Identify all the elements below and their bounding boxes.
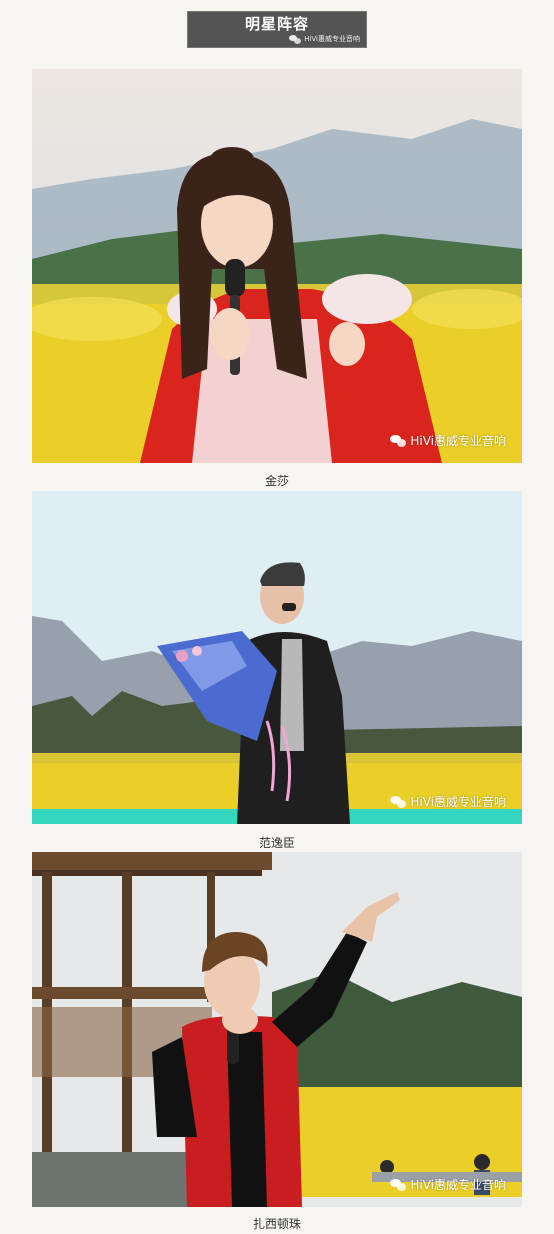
watermark-text: HiVi惠威专业音响 [410,434,506,448]
header-source-label: HiVi惠威专业音响 [304,35,360,43]
wechat-icon [390,1178,407,1191]
photo-caption: 扎西顿珠 [252,1217,301,1231]
header-banner: 明星阵容 HiVi惠威专业音响 [187,11,367,48]
wechat-icon [390,795,407,808]
watermark-text: HiVi惠威专业音响 [410,795,506,809]
photo-watermark: HiVi惠威专业音响 [390,793,506,810]
watermark-text: HiVi惠威专业音响 [410,1178,506,1192]
photo-caption: 金莎 [264,474,289,488]
photo-singer-1: HiVi惠威专业音响 [32,69,522,463]
photo-caption: 范逸臣 [258,836,295,850]
photo-singer-2: HiVi惠威专业音响 [32,491,522,824]
wechat-icon [289,34,302,44]
wechat-icon [390,434,407,447]
photo-singer-3: HiVi惠威专业音响 [32,852,522,1207]
header-source: HiVi惠威专业音响 [289,34,360,44]
page-title: 明星阵容 [244,15,309,33]
photo-watermark: HiVi惠威专业音响 [390,1176,506,1193]
photo-watermark: HiVi惠威专业音响 [390,432,506,449]
